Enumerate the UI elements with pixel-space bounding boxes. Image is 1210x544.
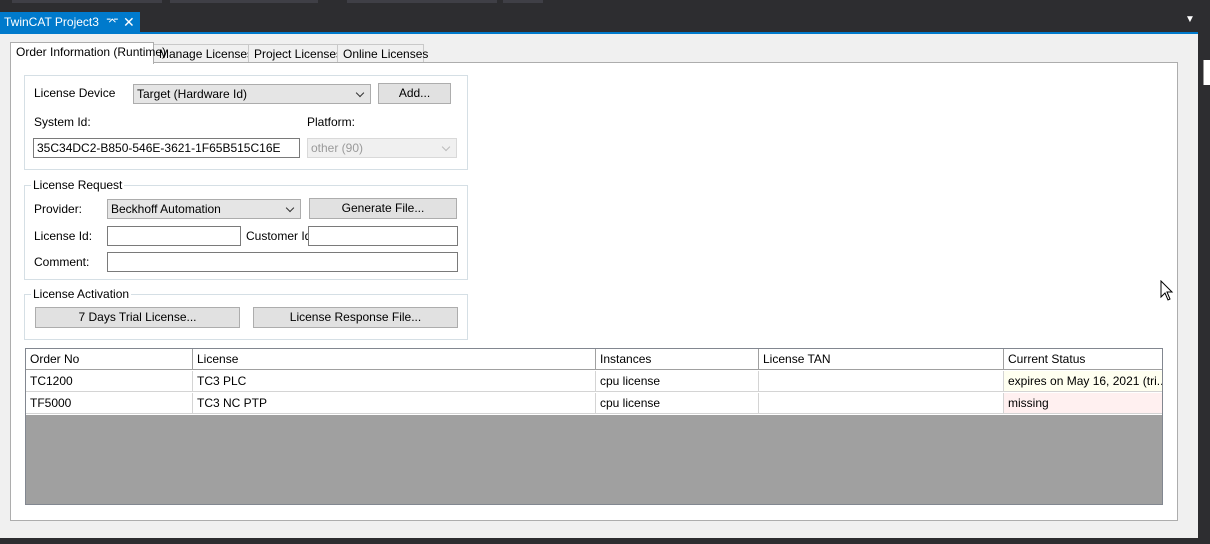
toolbar-combo-1[interactable] (12, 0, 162, 3)
cell-instances: cpu license (596, 371, 759, 392)
close-icon[interactable]: ✕ (123, 12, 135, 32)
chevron-down-icon (441, 139, 453, 157)
customer-id-label: Customer Id: (246, 229, 315, 243)
provider-select[interactable]: Beckhoff Automation (107, 199, 301, 219)
column-header-license-tan[interactable]: License TAN (759, 349, 1004, 370)
license-device-value: Target (Hardware Id) (137, 87, 248, 101)
license-id-field[interactable] (107, 226, 241, 246)
chevron-down-icon (285, 200, 297, 218)
grid-header: Order No License Instances License TAN C… (26, 349, 1162, 371)
mouse-cursor-icon (1160, 280, 1174, 301)
provider-value: Beckhoff Automation (111, 202, 221, 216)
window-right-edge (1198, 34, 1210, 538)
license-request-group: License Request Provider: Beckhoff Autom… (24, 178, 468, 280)
toolbar-combo-3[interactable] (347, 0, 497, 3)
comment-field[interactable] (107, 252, 458, 272)
system-id-field[interactable]: 35C34DC2-B850-546E-3621-1F65B515C16E (33, 138, 300, 158)
document-tab-title: TwinCAT Project3 (4, 15, 99, 29)
cell-current-status: missing (1004, 393, 1162, 414)
toolbar-combo-2[interactable] (170, 0, 318, 3)
cell-current-status: expires on May 16, 2021 (tri... (1004, 371, 1162, 392)
window-bottom-edge (0, 538, 1210, 544)
order-information-panel: License Device Target (Hardware Id) Add.… (10, 62, 1178, 521)
platform-value: other (90) (311, 141, 364, 155)
column-header-instances[interactable]: Instances (596, 349, 759, 370)
toolbar-combo-4[interactable] (503, 0, 543, 3)
column-header-current-status[interactable]: Current Status (1004, 349, 1162, 370)
cell-license: TC3 NC PTP (193, 393, 596, 414)
document-tab[interactable]: TwinCAT Project3 ⌤ ✕ (0, 12, 140, 32)
table-row[interactable]: TC1200 TC3 PLC cpu license expires on Ma… (26, 371, 1162, 393)
add-device-button[interactable]: Add... (378, 83, 451, 104)
license-response-file-button[interactable]: License Response File... (253, 307, 458, 328)
tab-project-licenses[interactable]: Project Licenses (248, 44, 342, 63)
order-license-grid[interactable]: Order No License Instances License TAN C… (25, 348, 1163, 505)
pin-icon[interactable]: ⌤ (106, 12, 119, 32)
platform-select[interactable]: other (90) (307, 138, 457, 158)
cell-order-no: TC1200 (26, 371, 193, 392)
license-request-title: License Request (31, 178, 125, 192)
license-editor: Order Information (Runtime) Manage Licen… (0, 34, 1198, 538)
column-header-license[interactable]: License (193, 349, 596, 370)
chevron-down-icon (355, 85, 367, 103)
provider-label: Provider: (34, 202, 83, 216)
ide-toolbar-strip (0, 0, 1210, 10)
cell-license-tan[interactable] (759, 393, 1004, 414)
system-id-label: System Id: (34, 115, 91, 129)
license-activation-title: License Activation (31, 287, 132, 301)
table-row[interactable]: TF5000 TC3 NC PTP cpu license missing (26, 393, 1162, 415)
tab-manage-licenses[interactable]: Manage Licenses (153, 44, 253, 63)
cell-instances: cpu license (596, 393, 759, 414)
column-header-order-no[interactable]: Order No (26, 349, 193, 370)
comment-label: Comment: (34, 255, 90, 269)
cell-order-no: TF5000 (26, 393, 193, 414)
cell-license-tan[interactable] (759, 371, 1004, 392)
side-scroll-tab[interactable] (1203, 60, 1210, 85)
platform-label: Platform: (307, 115, 356, 129)
license-device-label: License Device (34, 86, 116, 100)
tab-list-dropdown-icon[interactable]: ▼ (1185, 14, 1195, 25)
license-device-select[interactable]: Target (Hardware Id) (133, 84, 371, 104)
generate-file-button[interactable]: Generate File... (309, 198, 457, 219)
license-activation-group: License Activation 7 Days Trial License.… (24, 287, 468, 340)
tab-order-information[interactable]: Order Information (Runtime) (10, 42, 166, 64)
trial-license-button[interactable]: 7 Days Trial License... (35, 307, 240, 328)
license-id-label: License Id: (34, 229, 93, 243)
license-device-group: License Device Target (Hardware Id) Add.… (24, 75, 468, 170)
customer-id-field[interactable] (308, 226, 458, 246)
cell-license: TC3 PLC (193, 371, 596, 392)
tab-online-licenses[interactable]: Online Licenses (337, 44, 428, 63)
